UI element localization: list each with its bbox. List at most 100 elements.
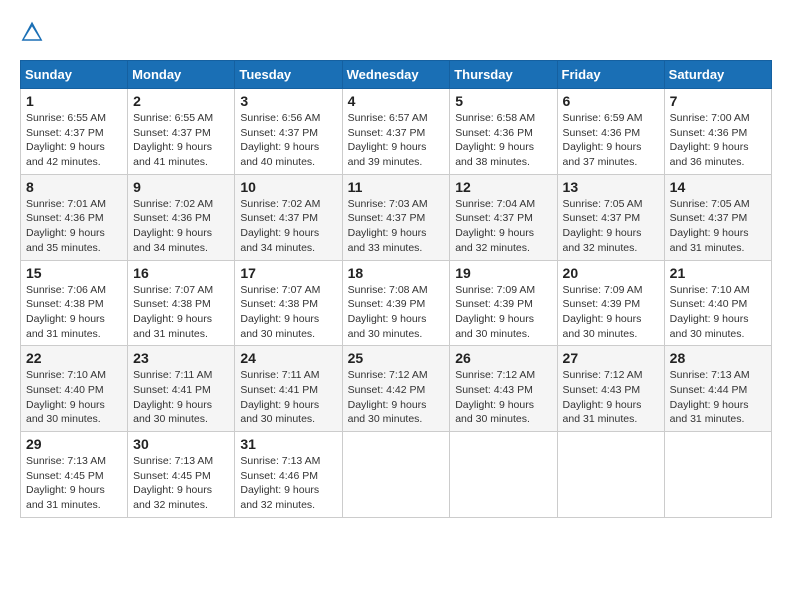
day-number: 17: [240, 265, 336, 281]
calendar-week-2: 8 Sunrise: 7:01 AMSunset: 4:36 PMDayligh…: [21, 174, 772, 260]
day-number: 13: [563, 179, 659, 195]
day-number: 4: [348, 93, 445, 109]
day-info: Sunrise: 7:06 AMSunset: 4:38 PMDaylight:…: [26, 283, 122, 342]
calendar-cell: 18 Sunrise: 7:08 AMSunset: 4:39 PMDaylig…: [342, 260, 450, 346]
day-info: Sunrise: 7:05 AMSunset: 4:37 PMDaylight:…: [670, 197, 766, 256]
calendar-cell: 26 Sunrise: 7:12 AMSunset: 4:43 PMDaylig…: [450, 346, 557, 432]
day-info: Sunrise: 6:55 AMSunset: 4:37 PMDaylight:…: [133, 111, 229, 170]
calendar-cell: [342, 432, 450, 518]
calendar-cell: 1 Sunrise: 6:55 AMSunset: 4:37 PMDayligh…: [21, 89, 128, 175]
logo: [20, 20, 48, 44]
day-number: 3: [240, 93, 336, 109]
day-info: Sunrise: 7:13 AMSunset: 4:44 PMDaylight:…: [670, 368, 766, 427]
calendar-cell: 25 Sunrise: 7:12 AMSunset: 4:42 PMDaylig…: [342, 346, 450, 432]
day-info: Sunrise: 7:11 AMSunset: 4:41 PMDaylight:…: [133, 368, 229, 427]
day-number: 7: [670, 93, 766, 109]
calendar-cell: 3 Sunrise: 6:56 AMSunset: 4:37 PMDayligh…: [235, 89, 342, 175]
day-number: 6: [563, 93, 659, 109]
day-number: 8: [26, 179, 122, 195]
calendar-cell: [557, 432, 664, 518]
day-number: 29: [26, 436, 122, 452]
weekday-header-row: SundayMondayTuesdayWednesdayThursdayFrid…: [21, 61, 772, 89]
calendar-cell: 11 Sunrise: 7:03 AMSunset: 4:37 PMDaylig…: [342, 174, 450, 260]
calendar-cell: 19 Sunrise: 7:09 AMSunset: 4:39 PMDaylig…: [450, 260, 557, 346]
calendar-cell: 4 Sunrise: 6:57 AMSunset: 4:37 PMDayligh…: [342, 89, 450, 175]
day-number: 2: [133, 93, 229, 109]
day-number: 10: [240, 179, 336, 195]
day-info: Sunrise: 7:04 AMSunset: 4:37 PMDaylight:…: [455, 197, 551, 256]
day-info: Sunrise: 7:00 AMSunset: 4:36 PMDaylight:…: [670, 111, 766, 170]
day-info: Sunrise: 7:03 AMSunset: 4:37 PMDaylight:…: [348, 197, 445, 256]
weekday-header-friday: Friday: [557, 61, 664, 89]
calendar-cell: 20 Sunrise: 7:09 AMSunset: 4:39 PMDaylig…: [557, 260, 664, 346]
calendar-cell: 14 Sunrise: 7:05 AMSunset: 4:37 PMDaylig…: [664, 174, 771, 260]
day-info: Sunrise: 7:05 AMSunset: 4:37 PMDaylight:…: [563, 197, 659, 256]
day-info: Sunrise: 6:59 AMSunset: 4:36 PMDaylight:…: [563, 111, 659, 170]
day-number: 24: [240, 350, 336, 366]
day-number: 21: [670, 265, 766, 281]
calendar-cell: 8 Sunrise: 7:01 AMSunset: 4:36 PMDayligh…: [21, 174, 128, 260]
day-info: Sunrise: 7:12 AMSunset: 4:43 PMDaylight:…: [455, 368, 551, 427]
day-number: 23: [133, 350, 229, 366]
day-info: Sunrise: 7:13 AMSunset: 4:46 PMDaylight:…: [240, 454, 336, 513]
day-number: 31: [240, 436, 336, 452]
day-number: 18: [348, 265, 445, 281]
calendar-cell: [664, 432, 771, 518]
day-number: 19: [455, 265, 551, 281]
weekday-header-tuesday: Tuesday: [235, 61, 342, 89]
calendar-cell: 5 Sunrise: 6:58 AMSunset: 4:36 PMDayligh…: [450, 89, 557, 175]
weekday-header-monday: Monday: [128, 61, 235, 89]
day-number: 20: [563, 265, 659, 281]
day-info: Sunrise: 7:07 AMSunset: 4:38 PMDaylight:…: [240, 283, 336, 342]
calendar-cell: 13 Sunrise: 7:05 AMSunset: 4:37 PMDaylig…: [557, 174, 664, 260]
day-number: 12: [455, 179, 551, 195]
day-info: Sunrise: 7:10 AMSunset: 4:40 PMDaylight:…: [670, 283, 766, 342]
calendar-body: 1 Sunrise: 6:55 AMSunset: 4:37 PMDayligh…: [21, 89, 772, 518]
calendar-cell: 17 Sunrise: 7:07 AMSunset: 4:38 PMDaylig…: [235, 260, 342, 346]
day-number: 28: [670, 350, 766, 366]
calendar-cell: 30 Sunrise: 7:13 AMSunset: 4:45 PMDaylig…: [128, 432, 235, 518]
weekday-header-saturday: Saturday: [664, 61, 771, 89]
calendar-cell: 31 Sunrise: 7:13 AMSunset: 4:46 PMDaylig…: [235, 432, 342, 518]
weekday-header-thursday: Thursday: [450, 61, 557, 89]
day-info: Sunrise: 7:13 AMSunset: 4:45 PMDaylight:…: [26, 454, 122, 513]
calendar-cell: 2 Sunrise: 6:55 AMSunset: 4:37 PMDayligh…: [128, 89, 235, 175]
calendar-cell: 23 Sunrise: 7:11 AMSunset: 4:41 PMDaylig…: [128, 346, 235, 432]
day-info: Sunrise: 7:12 AMSunset: 4:42 PMDaylight:…: [348, 368, 445, 427]
day-info: Sunrise: 7:10 AMSunset: 4:40 PMDaylight:…: [26, 368, 122, 427]
day-number: 15: [26, 265, 122, 281]
day-info: Sunrise: 6:58 AMSunset: 4:36 PMDaylight:…: [455, 111, 551, 170]
day-number: 14: [670, 179, 766, 195]
day-number: 27: [563, 350, 659, 366]
calendar-cell: 27 Sunrise: 7:12 AMSunset: 4:43 PMDaylig…: [557, 346, 664, 432]
day-info: Sunrise: 6:55 AMSunset: 4:37 PMDaylight:…: [26, 111, 122, 170]
day-info: Sunrise: 7:09 AMSunset: 4:39 PMDaylight:…: [563, 283, 659, 342]
calendar-cell: 29 Sunrise: 7:13 AMSunset: 4:45 PMDaylig…: [21, 432, 128, 518]
day-info: Sunrise: 6:57 AMSunset: 4:37 PMDaylight:…: [348, 111, 445, 170]
day-info: Sunrise: 7:02 AMSunset: 4:37 PMDaylight:…: [240, 197, 336, 256]
calendar-cell: [450, 432, 557, 518]
day-number: 22: [26, 350, 122, 366]
day-number: 26: [455, 350, 551, 366]
day-number: 5: [455, 93, 551, 109]
calendar-cell: 15 Sunrise: 7:06 AMSunset: 4:38 PMDaylig…: [21, 260, 128, 346]
day-number: 1: [26, 93, 122, 109]
calendar-week-1: 1 Sunrise: 6:55 AMSunset: 4:37 PMDayligh…: [21, 89, 772, 175]
calendar-cell: 28 Sunrise: 7:13 AMSunset: 4:44 PMDaylig…: [664, 346, 771, 432]
day-info: Sunrise: 7:13 AMSunset: 4:45 PMDaylight:…: [133, 454, 229, 513]
day-info: Sunrise: 7:02 AMSunset: 4:36 PMDaylight:…: [133, 197, 229, 256]
day-info: Sunrise: 7:12 AMSunset: 4:43 PMDaylight:…: [563, 368, 659, 427]
day-number: 25: [348, 350, 445, 366]
calendar-week-4: 22 Sunrise: 7:10 AMSunset: 4:40 PMDaylig…: [21, 346, 772, 432]
calendar-cell: 24 Sunrise: 7:11 AMSunset: 4:41 PMDaylig…: [235, 346, 342, 432]
calendar-week-5: 29 Sunrise: 7:13 AMSunset: 4:45 PMDaylig…: [21, 432, 772, 518]
day-info: Sunrise: 7:09 AMSunset: 4:39 PMDaylight:…: [455, 283, 551, 342]
day-number: 30: [133, 436, 229, 452]
day-number: 16: [133, 265, 229, 281]
calendar-cell: 21 Sunrise: 7:10 AMSunset: 4:40 PMDaylig…: [664, 260, 771, 346]
calendar-cell: 6 Sunrise: 6:59 AMSunset: 4:36 PMDayligh…: [557, 89, 664, 175]
day-info: Sunrise: 7:08 AMSunset: 4:39 PMDaylight:…: [348, 283, 445, 342]
day-info: Sunrise: 7:01 AMSunset: 4:36 PMDaylight:…: [26, 197, 122, 256]
day-info: Sunrise: 7:07 AMSunset: 4:38 PMDaylight:…: [133, 283, 229, 342]
calendar-cell: 12 Sunrise: 7:04 AMSunset: 4:37 PMDaylig…: [450, 174, 557, 260]
